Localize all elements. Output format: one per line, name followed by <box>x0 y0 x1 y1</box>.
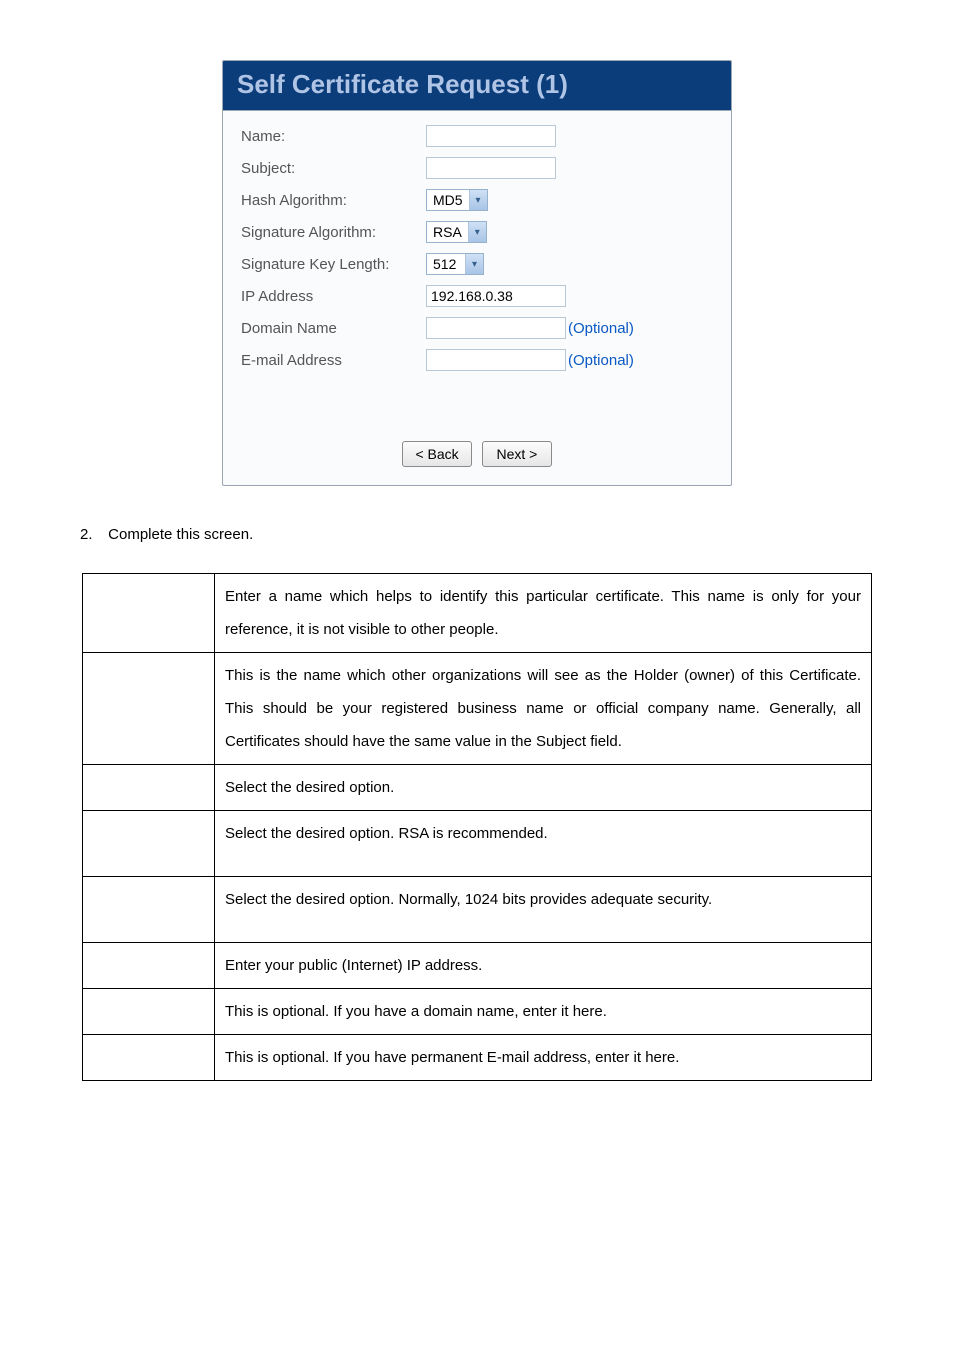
table-row: Enter your public (Internet) IP address. <box>83 943 872 989</box>
name-input[interactable] <box>426 125 556 147</box>
step-line: 2. Complete this screen. <box>80 526 894 543</box>
optional-tag: (Optional) <box>568 320 634 337</box>
label-email: E-mail Address <box>241 352 426 369</box>
dialog-body: Name: Subject: Hash Algorithm: MD5 ▾ Sig… <box>223 111 731 485</box>
next-button[interactable]: Next > <box>482 441 552 467</box>
cell-text: This is the name which other organizatio… <box>215 653 872 765</box>
self-cert-dialog: Self Certificate Request (1) Name: Subje… <box>222 60 732 486</box>
back-button[interactable]: < Back <box>402 441 472 467</box>
button-row: < Back Next > <box>241 441 713 467</box>
label-name: Name: <box>241 128 426 145</box>
cell-text: Enter your public (Internet) IP address. <box>215 943 872 989</box>
email-input[interactable] <box>426 349 566 371</box>
label-domain: Domain Name <box>241 320 426 337</box>
label-keylen: Signature Key Length: <box>241 256 426 273</box>
keylen-value: 512 <box>427 256 465 272</box>
keylen-select[interactable]: 512 ▾ <box>426 253 484 275</box>
ip-input[interactable] <box>426 285 566 307</box>
table-row: This is optional. If you have permanent … <box>83 1035 872 1081</box>
table-row: Select the desired option. Normally, 102… <box>83 877 872 943</box>
sig-select[interactable]: RSA ▾ <box>426 221 487 243</box>
chevron-down-icon: ▾ <box>469 190 487 210</box>
label-ip: IP Address <box>241 288 426 305</box>
table-row: Enter a name which helps to identify thi… <box>83 574 872 653</box>
optional-tag: (Optional) <box>568 352 634 369</box>
step-number: 2. <box>80 526 104 543</box>
label-hash: Hash Algorithm: <box>241 192 426 209</box>
sig-value: RSA <box>427 224 468 240</box>
dialog-title: Self Certificate Request (1) <box>223 61 731 111</box>
label-subject: Subject: <box>241 160 426 177</box>
chevron-down-icon: ▾ <box>465 254 483 274</box>
subject-input[interactable] <box>426 157 556 179</box>
cell-text: Select the desired option. RSA is recomm… <box>215 811 872 877</box>
step-text: Complete this screen. <box>108 526 253 543</box>
cell-text: This is optional. If you have a domain n… <box>215 989 872 1035</box>
table-row: This is optional. If you have a domain n… <box>83 989 872 1035</box>
cell-text: This is optional. If you have permanent … <box>215 1035 872 1081</box>
hash-select[interactable]: MD5 ▾ <box>426 189 488 211</box>
description-table: Enter a name which helps to identify thi… <box>82 573 872 1081</box>
cell-text: Select the desired option. Normally, 102… <box>215 877 872 943</box>
hash-value: MD5 <box>427 192 469 208</box>
domain-input[interactable] <box>426 317 566 339</box>
cell-text: Select the desired option. <box>215 765 872 811</box>
label-sig: Signature Algorithm: <box>241 224 426 241</box>
chevron-down-icon: ▾ <box>468 222 486 242</box>
cell-text: Enter a name which helps to identify thi… <box>215 574 872 653</box>
table-row: Select the desired option. <box>83 765 872 811</box>
table-row: This is the name which other organizatio… <box>83 653 872 765</box>
table-row: Select the desired option. RSA is recomm… <box>83 811 872 877</box>
